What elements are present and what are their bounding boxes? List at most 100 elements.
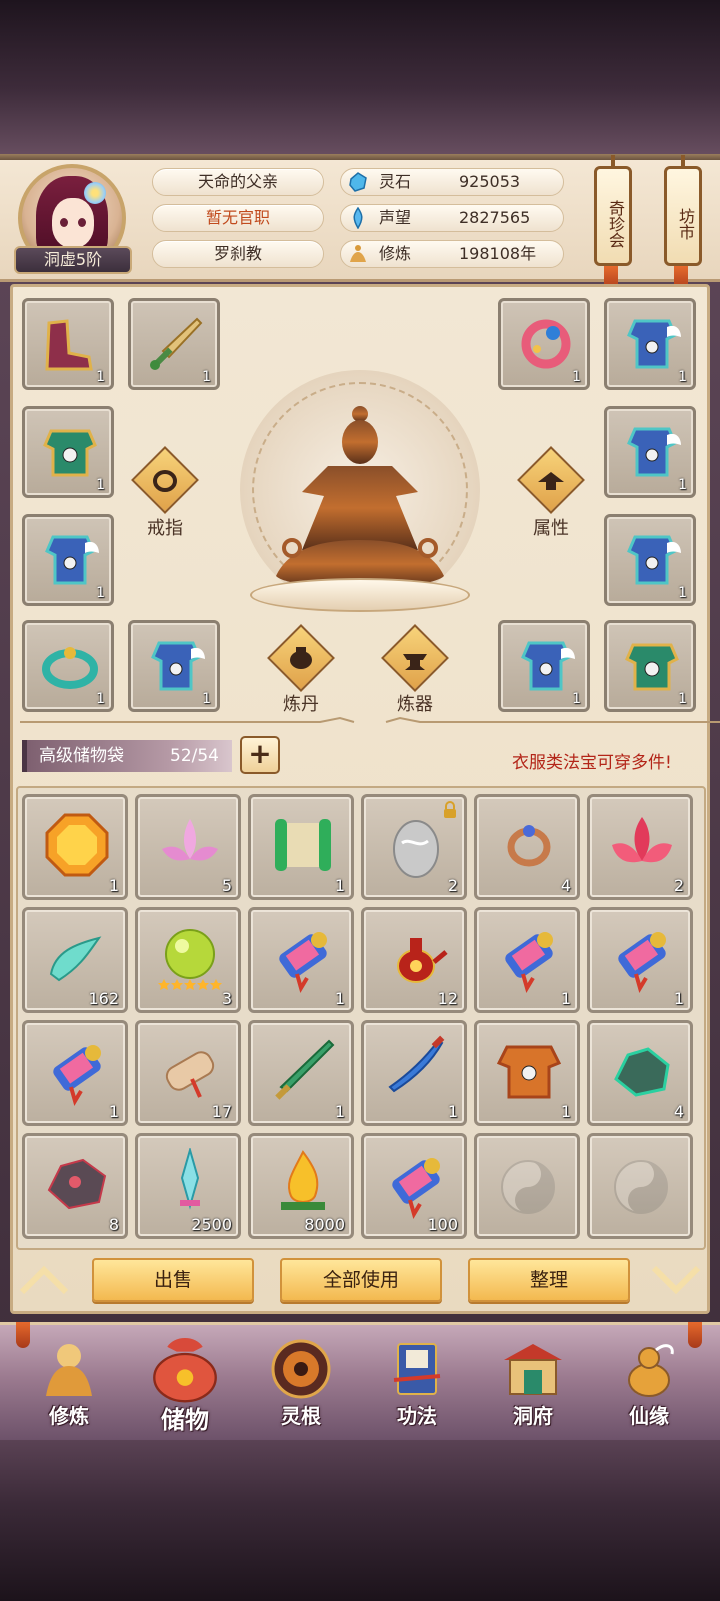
top-decor-band bbox=[0, 0, 720, 160]
inventory-slot[interactable]: 1 bbox=[474, 1020, 580, 1126]
winged-robe-icon bbox=[627, 427, 681, 477]
ring-icon bbox=[153, 470, 177, 492]
inventory-slot[interactable]: 1 bbox=[361, 1020, 467, 1126]
lock-icon bbox=[444, 801, 456, 818]
nav-cave-mansion[interactable]: 洞府 bbox=[478, 1330, 588, 1440]
inventory-slot[interactable]: 17 bbox=[135, 1020, 241, 1126]
inventory-slot[interactable]: 1 bbox=[474, 907, 580, 1013]
spirit-stone-icon bbox=[349, 172, 367, 192]
expand-storage-button[interactable]: + bbox=[240, 736, 280, 774]
inventory-slot[interactable]: 3 bbox=[135, 907, 241, 1013]
bottom-decor-band bbox=[0, 1440, 720, 1601]
meditation-icon bbox=[350, 245, 366, 262]
copper-ring-icon bbox=[507, 825, 551, 867]
jade-armor-icon bbox=[43, 429, 97, 477]
sage-hat-icon bbox=[538, 472, 564, 490]
equip-slot-robe-5[interactable]: 1 bbox=[604, 514, 696, 606]
equip-slot-armor[interactable]: 1 bbox=[22, 406, 114, 498]
inventory-slot[interactable]: 162 bbox=[22, 907, 128, 1013]
chevron-up-icon[interactable] bbox=[16, 1262, 72, 1298]
storage-bag-icon bbox=[153, 1338, 217, 1403]
cultivate-icon bbox=[46, 1344, 92, 1396]
nav-technique[interactable]: 功法 bbox=[362, 1330, 472, 1440]
clothing-tip: 衣服类法宝可穿多件! bbox=[512, 753, 672, 773]
inventory-slot[interactable]: 1 bbox=[22, 1020, 128, 1126]
equip-slot-robe-3[interactable]: 1 bbox=[604, 298, 696, 390]
inventory-slot[interactable]: 100 bbox=[361, 1133, 467, 1239]
scroll-icon bbox=[505, 932, 553, 993]
divider-ornament bbox=[20, 716, 355, 723]
winged-robe-icon bbox=[151, 641, 205, 691]
orange-gem-icon bbox=[45, 813, 109, 877]
equip-slot-jade-armor[interactable]: 1 bbox=[604, 620, 696, 712]
crystal-blade-icon bbox=[180, 1148, 200, 1210]
inventory-slot[interactable]: 1 bbox=[248, 1020, 354, 1126]
yin-yang-icon bbox=[614, 1160, 668, 1214]
inventory-slot[interactable]: 12 bbox=[361, 907, 467, 1013]
inventory-slot[interactable]: 4 bbox=[587, 1020, 693, 1126]
inventory-slot[interactable]: 8000 bbox=[248, 1133, 354, 1239]
anvil-icon bbox=[403, 654, 427, 670]
pink-lotus-icon bbox=[162, 819, 218, 861]
gem-ring-icon bbox=[521, 319, 571, 369]
scroll-icon bbox=[53, 1045, 101, 1106]
equip-slot-ring[interactable]: 1 bbox=[498, 298, 590, 390]
nav-spirit-root[interactable]: 灵根 bbox=[246, 1330, 356, 1440]
equip-slot-boots[interactable]: 1 bbox=[22, 298, 114, 390]
inventory-slot[interactable]: 8 bbox=[22, 1133, 128, 1239]
market-button[interactable]: 坊市 bbox=[664, 155, 702, 266]
equip-slot-robe-4[interactable]: 1 bbox=[604, 406, 696, 498]
red-lotus-icon bbox=[612, 817, 672, 863]
nav-storage[interactable]: 储物 bbox=[130, 1330, 240, 1440]
red-teapot-icon bbox=[397, 938, 448, 983]
inventory-slot[interactable]: 1 bbox=[248, 794, 354, 900]
sect-name[interactable]: 罗刹教 bbox=[152, 240, 324, 268]
forging-label: 炼器 bbox=[397, 694, 433, 715]
scroll-icon bbox=[392, 1158, 440, 1219]
official-title[interactable]: 暂无官职 bbox=[152, 204, 324, 232]
resource-prestige: 声望 2827565 bbox=[340, 204, 564, 232]
winged-robe-icon bbox=[45, 535, 99, 585]
inventory-slot[interactable]: 2500 bbox=[135, 1133, 241, 1239]
inventory-slot[interactable]: 1 bbox=[248, 907, 354, 1013]
nav-immortal-fate[interactable]: 仙缘 bbox=[594, 1330, 704, 1440]
sell-button[interactable]: 出售 bbox=[92, 1258, 254, 1302]
inventory-slot-empty[interactable] bbox=[474, 1133, 580, 1239]
inventory-slot[interactable]: 5 bbox=[135, 794, 241, 900]
inventory-slot[interactable]: 2 bbox=[587, 794, 693, 900]
player-name: 天命的父亲 bbox=[152, 168, 324, 196]
ring-label: 戒指 bbox=[147, 518, 183, 539]
silver-egg-icon bbox=[393, 820, 439, 878]
storage-capacity: 52/54 bbox=[170, 746, 219, 766]
inventory-slot-empty[interactable] bbox=[587, 1133, 693, 1239]
green-sword-icon bbox=[275, 1039, 335, 1100]
rank-badge: 洞虚5阶 bbox=[14, 246, 132, 274]
use-all-button[interactable]: 全部使用 bbox=[280, 1258, 442, 1302]
prestige-icon bbox=[353, 207, 363, 229]
winged-robe-icon bbox=[521, 641, 575, 691]
blue-sabre-icon bbox=[388, 1035, 445, 1093]
equip-slot-robe[interactable]: 1 bbox=[22, 514, 114, 606]
gold-armor-icon bbox=[496, 1045, 562, 1099]
golden-flame-icon bbox=[281, 1150, 325, 1210]
equip-slot-robe-2[interactable]: 1 bbox=[128, 620, 220, 712]
equip-slot-robe-6[interactable]: 1 bbox=[498, 620, 590, 712]
dark-ore-icon bbox=[47, 1158, 107, 1210]
ring-button[interactable] bbox=[130, 446, 200, 522]
chevron-down-icon[interactable] bbox=[648, 1262, 704, 1298]
inventory-slot[interactable]: 1 bbox=[22, 794, 128, 900]
inventory-slot[interactable]: 4 bbox=[474, 794, 580, 900]
attributes-label: 属性 bbox=[533, 518, 569, 539]
equip-slot-dagger[interactable]: 1 bbox=[128, 298, 220, 390]
equip-slot-bracelet[interactable]: 1 bbox=[22, 620, 114, 712]
jade-ore-icon bbox=[614, 1047, 670, 1097]
inventory-slot[interactable]: 1 bbox=[587, 907, 693, 1013]
winged-robe-icon bbox=[627, 535, 681, 585]
spirit-root-icon bbox=[271, 1339, 331, 1399]
attributes-button[interactable] bbox=[516, 446, 586, 522]
nav-cultivate[interactable]: 修炼 bbox=[14, 1330, 124, 1440]
inventory-slot[interactable]: 2 bbox=[361, 794, 467, 900]
resource-spirit-stone: 灵石 925053 bbox=[340, 168, 564, 196]
organize-button[interactable]: 整理 bbox=[468, 1258, 630, 1302]
treasure-fair-button[interactable]: 奇珍会 bbox=[594, 155, 632, 266]
